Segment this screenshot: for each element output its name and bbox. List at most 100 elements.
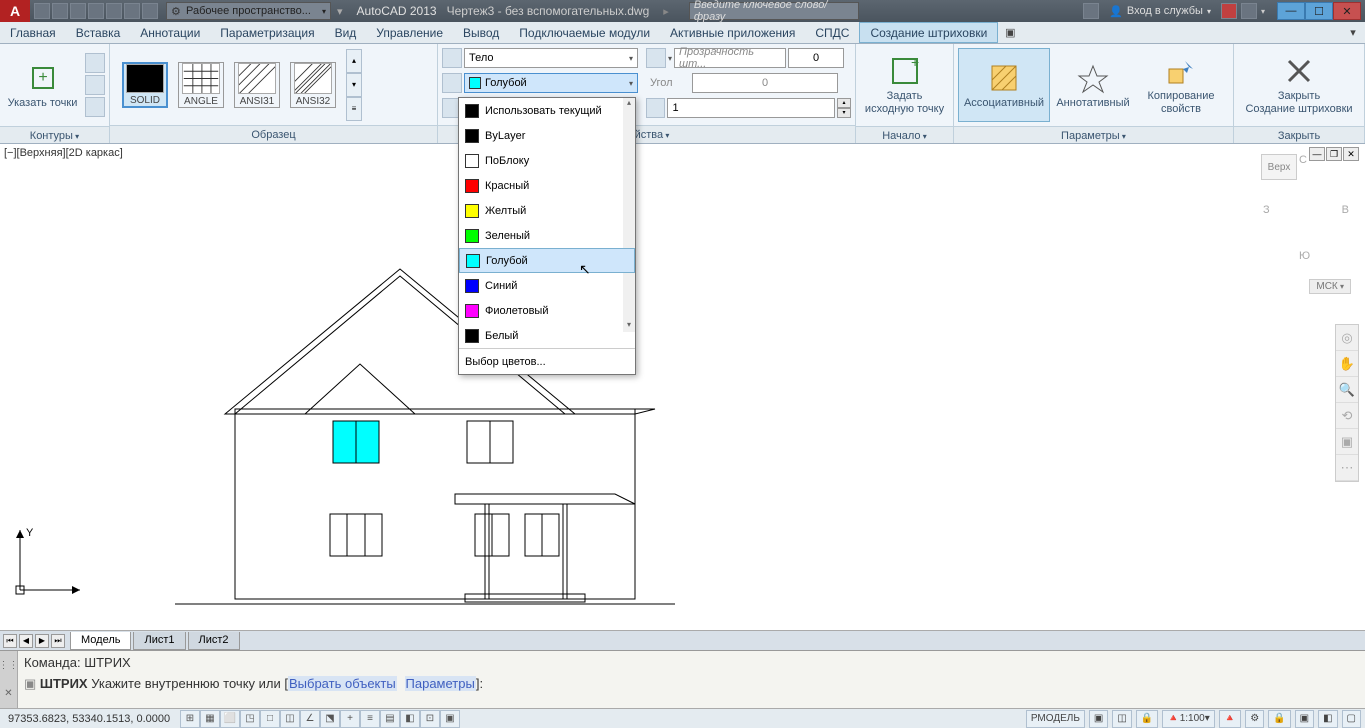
color-item-bylayer[interactable]: ByLayer: [459, 123, 635, 148]
close-hatch-button[interactable]: Закрыть Создание штриховки: [1239, 48, 1359, 122]
qat-open-icon[interactable]: [52, 3, 68, 19]
workspace-dropdown[interactable]: ⚙ Рабочее пространство... ▾: [166, 2, 331, 20]
tab-home[interactable]: Главная: [0, 22, 66, 43]
scale-spinner[interactable]: ▴▾: [837, 98, 851, 118]
swatch-angle[interactable]: ANGLE: [178, 62, 224, 108]
status-otrack-icon[interactable]: ∠: [300, 710, 320, 728]
status-iso-icon[interactable]: ◧: [1318, 710, 1337, 728]
associative-button[interactable]: Ассоциативный: [958, 48, 1050, 122]
nav-more-icon[interactable]: ⋯: [1336, 455, 1358, 481]
tab-spds[interactable]: СПДС: [805, 22, 859, 43]
qat-plot-icon[interactable]: [106, 3, 122, 19]
nav-pan-icon[interactable]: ✋: [1336, 351, 1358, 377]
color-item-blue[interactable]: Синий: [459, 273, 635, 298]
status-annovis-icon[interactable]: 🔺: [1219, 710, 1241, 728]
color-item-yellow[interactable]: Желтый: [459, 198, 635, 223]
status-qp-icon[interactable]: ◧: [400, 710, 420, 728]
qat-redo-icon[interactable]: [142, 3, 158, 19]
pattern-expand[interactable]: ≡: [346, 97, 362, 121]
select-boundary-icon[interactable]: [85, 53, 105, 73]
color-item-red[interactable]: Красный: [459, 173, 635, 198]
close-button[interactable]: ✕: [1333, 2, 1361, 20]
status-osnap-icon[interactable]: □: [260, 710, 280, 728]
recreate-boundary-icon[interactable]: [85, 97, 105, 117]
tab-prev-icon[interactable]: ◀: [19, 634, 33, 648]
sheet-tab-model[interactable]: Модель: [70, 632, 131, 650]
cmd-option-params[interactable]: Параметры: [405, 676, 476, 691]
status-modelspace[interactable]: РМОДЕЛЬ: [1026, 710, 1085, 728]
cmd-option-select[interactable]: Выбрать объекты: [288, 676, 397, 691]
status-lwt-icon[interactable]: ≡: [360, 710, 380, 728]
nav-wheel-icon[interactable]: ◎: [1336, 325, 1358, 351]
color-item-white[interactable]: Белый: [459, 323, 635, 348]
status-3dosnap-icon[interactable]: ◫: [280, 710, 300, 728]
pattern-scroll-up[interactable]: ▴: [346, 49, 362, 73]
tab-annotations[interactable]: Аннотации: [130, 22, 210, 43]
exchange-icon[interactable]: [1221, 3, 1237, 19]
command-text[interactable]: Команда: ШТРИХ ▣ ШТРИХ Укажите внутренню…: [18, 651, 1365, 708]
color-item-current[interactable]: Использовать текущий: [459, 98, 635, 123]
drawing-viewport[interactable]: [−][Верхняя][2D каркас] — ❐ ✕: [0, 144, 1365, 630]
scale-field[interactable]: 1: [667, 98, 835, 118]
match-properties-button[interactable]: Копирование свойств: [1136, 48, 1226, 122]
color-item-green[interactable]: Зеленый: [459, 223, 635, 248]
status-ducs-icon[interactable]: ⬔: [320, 710, 340, 728]
viewcube-top-face[interactable]: Верх: [1261, 154, 1297, 180]
color-item-more[interactable]: Выбор цветов...: [459, 348, 635, 374]
viewcube[interactable]: С З В Ю Верх: [1261, 154, 1351, 284]
group-label-contours[interactable]: Контуры: [0, 126, 109, 143]
color-item-byblock[interactable]: ПоБлоку: [459, 148, 635, 173]
qat-undo-icon[interactable]: [124, 3, 140, 19]
sheet-tab-sheet2[interactable]: Лист2: [188, 632, 240, 650]
tab-view[interactable]: Вид: [325, 22, 367, 43]
tab-minimize-icon[interactable]: ▾: [1341, 22, 1365, 43]
sheet-tab-sheet1[interactable]: Лист1: [133, 632, 185, 650]
status-scale[interactable]: 🔺 1:100 ▾: [1162, 710, 1215, 728]
status-toolbar-icon[interactable]: 🔒: [1268, 710, 1290, 728]
status-annoscale-icon[interactable]: 🔒: [1136, 710, 1158, 728]
app-logo[interactable]: A: [0, 0, 30, 22]
qat-saveas-icon[interactable]: [88, 3, 104, 19]
status-polar-icon[interactable]: ◳: [240, 710, 260, 728]
status-am-icon[interactable]: ▣: [440, 710, 460, 728]
remove-boundary-icon[interactable]: [85, 75, 105, 95]
command-handle[interactable]: ⋮⋮✕: [0, 651, 18, 708]
swatch-solid[interactable]: SOLID: [122, 62, 168, 108]
wcs-dropdown[interactable]: МСК: [1309, 279, 1351, 294]
swatch-ansi32[interactable]: ANSI32: [290, 62, 336, 108]
color-item-cyan[interactable]: Голубой: [459, 248, 635, 273]
tab-next-icon[interactable]: ▶: [35, 634, 49, 648]
minimize-button[interactable]: —: [1277, 2, 1305, 20]
login-button[interactable]: 👤 Вход в службы ▾: [1103, 5, 1217, 18]
pattern-scroll-down[interactable]: ▾: [346, 73, 362, 97]
transparency-field[interactable]: Прозрачность шт...: [674, 48, 786, 68]
qat-new-icon[interactable]: [34, 3, 50, 19]
tab-first-icon[interactable]: ⏮: [3, 634, 17, 648]
transparency-value[interactable]: 0: [788, 48, 844, 68]
status-ws-icon[interactable]: ⚙: [1245, 710, 1264, 728]
status-qv-icon[interactable]: ◫: [1112, 710, 1131, 728]
coordinates[interactable]: 97353.6823, 53340.1513, 0.0000: [0, 713, 180, 725]
nav-zoom-icon[interactable]: 🔍: [1336, 377, 1358, 403]
group-label-origin[interactable]: Начало: [856, 126, 953, 143]
color-item-magenta[interactable]: Фиолетовый: [459, 298, 635, 323]
tab-active-apps[interactable]: Активные приложения: [660, 22, 805, 43]
status-dyn-icon[interactable]: +: [340, 710, 360, 728]
status-grid-icon[interactable]: ▦: [200, 710, 220, 728]
status-hw-icon[interactable]: ▣: [1295, 710, 1314, 728]
pick-points-button[interactable]: + Указать точки: [4, 48, 81, 122]
status-snap-icon[interactable]: ⊞: [180, 710, 200, 728]
hatch-type-combo[interactable]: Тело: [464, 48, 638, 68]
help-icon[interactable]: [1241, 3, 1257, 19]
swatch-ansi31[interactable]: ANSI31: [234, 62, 280, 108]
annotative-button[interactable]: Аннотативный: [1050, 48, 1136, 122]
tab-extra-icon[interactable]: ▣: [998, 22, 1022, 43]
status-ortho-icon[interactable]: ⬜: [220, 710, 240, 728]
status-sc-icon[interactable]: ⊡: [420, 710, 440, 728]
qat-save-icon[interactable]: [70, 3, 86, 19]
nav-showmotion-icon[interactable]: ▣: [1336, 429, 1358, 455]
viewport-label[interactable]: [−][Верхняя][2D каркас]: [4, 147, 123, 159]
status-layout-icon[interactable]: ▣: [1089, 710, 1108, 728]
set-origin-button[interactable]: + Задать исходную точку: [860, 48, 949, 122]
nav-orbit-icon[interactable]: ⟲: [1336, 403, 1358, 429]
